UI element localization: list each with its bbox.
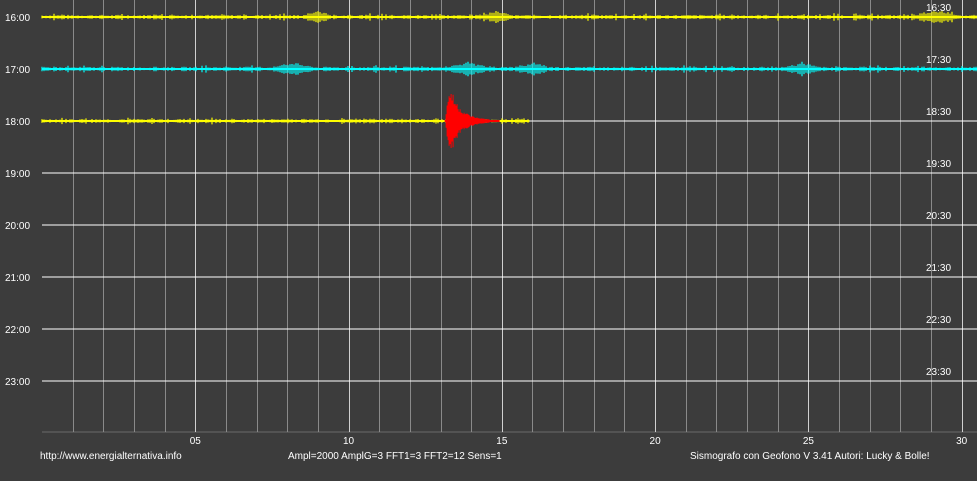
x-tick-label: 10 (343, 436, 355, 447)
x-tick-label: 05 (190, 436, 202, 447)
seismograph-view: 16:00 17:00 18:00 19:00 20:00 21:00 22:00 23:00… (0, 0, 977, 481)
row-label-right: 21:30 (926, 263, 951, 274)
row-label-left: 23:00 (5, 377, 30, 388)
row-label-left: 17:00 (5, 65, 30, 76)
row-label-right: 22:30 (926, 315, 951, 326)
row-label-right: 20:30 (926, 211, 951, 222)
x-tick-label: 15 (496, 436, 508, 447)
row-label-left: 19:00 (5, 169, 30, 180)
row-label-right: 19:30 (926, 159, 951, 170)
x-tick-label: 30 (956, 436, 968, 447)
row-label-left: 21:00 (5, 273, 30, 284)
row-label-left: 18:00 (5, 117, 30, 128)
website-url: http://www.energialternativa.info (40, 451, 182, 462)
row-label-left: 22:00 (5, 325, 30, 336)
seismogram-chart: 16:00 17:00 18:00 19:00 20:00 21:00 22:00 23:00… (5, 0, 977, 447)
row-label-left: 20:00 (5, 221, 30, 232)
row-label-left: 16:00 (5, 13, 30, 24)
row-label-right: 23:30 (926, 367, 951, 378)
x-tick-label: 25 (803, 436, 815, 447)
row-label-right: 17:30 (926, 55, 951, 66)
credits-text: Sismografo con Geofono V 3.41 Autori: Lu… (690, 451, 930, 462)
parameters-text: Ampl=2000 AmplG=3 FFT1=3 FFT2=12 Sens=1 (288, 451, 502, 462)
x-tick-label: 20 (650, 436, 662, 447)
row-label-right: 18:30 (926, 107, 951, 118)
